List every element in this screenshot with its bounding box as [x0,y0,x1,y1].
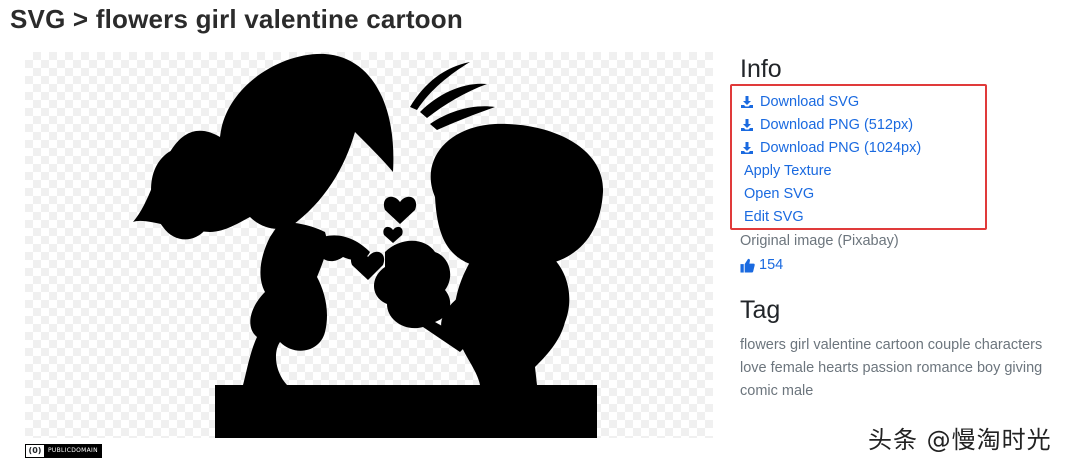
apply-texture-link[interactable]: Apply Texture [744,163,832,179]
original-image-link[interactable]: Original image (Pixabay) [740,233,899,249]
download-png-512-label: Download PNG (512px) [760,117,914,133]
public-domain-badge[interactable]: (0) PUBLICDOMAIN [25,444,102,458]
public-domain-icon: (0) [26,445,45,457]
info-heading: Info [740,55,782,83]
tag-heading: Tag [740,296,781,324]
likes-count: 154 [759,257,784,273]
watermark: 头条 @慢淘时光 [868,426,1052,454]
download-icon [741,119,753,131]
public-domain-label: PUBLICDOMAIN [45,445,101,457]
valentine-couple-silhouette [133,53,604,438]
like-button[interactable]: 154 [740,257,783,273]
download-svg-link[interactable]: Download SVG [740,94,859,110]
download-png-512-link[interactable]: Download PNG (512px) [740,117,913,133]
edit-svg-link[interactable]: Edit SVG [744,209,804,225]
download-svg-label: Download SVG [760,94,860,110]
download-icon [741,96,753,108]
page-title: SVG > flowers girl valentine cartoon [10,4,463,34]
download-icon [741,142,753,154]
download-png-1024-label: Download PNG (1024px) [760,140,922,156]
svg-preview-image [25,52,713,438]
download-png-1024-link[interactable]: Download PNG (1024px) [740,140,921,156]
tag-list: flowers girl valentine cartoon couple ch… [740,337,1043,399]
open-svg-link[interactable]: Open SVG [744,186,814,202]
thumbs-up-icon [740,258,755,273]
